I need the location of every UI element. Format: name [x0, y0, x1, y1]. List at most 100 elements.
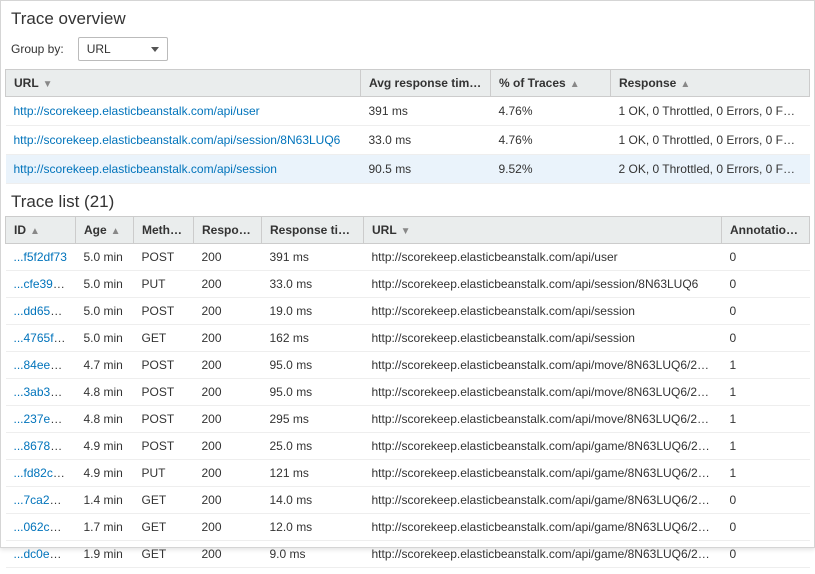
trace-id-link[interactable]: ...cfe39980	[14, 277, 73, 291]
table-row[interactable]: http://scorekeep.elasticbeanstalk.com/ap…	[6, 126, 810, 155]
table-row[interactable]: ...dd653e4c5.0 minPOST20019.0 mshttp://s…	[6, 298, 810, 325]
overview-avg: 33.0 ms	[361, 126, 491, 155]
groupby-select[interactable]: URL	[78, 37, 168, 61]
trace-annotations: 1	[722, 379, 810, 406]
trace-method: POST	[134, 298, 194, 325]
trace-method: PUT	[134, 271, 194, 298]
trace-method: POST	[134, 352, 194, 379]
trace-response: 200	[194, 460, 262, 487]
col-response-time[interactable]: Response time▲	[262, 217, 364, 244]
col-method[interactable]: Method▲	[134, 217, 194, 244]
trace-method: POST	[134, 433, 194, 460]
trace-annotations: 1	[722, 352, 810, 379]
overview-url-link[interactable]: http://scorekeep.elasticbeanstalk.com/ap…	[14, 104, 260, 118]
trace-age: 4.9 min	[76, 433, 134, 460]
trace-response: 200	[194, 406, 262, 433]
col-response[interactable]: Response▲	[194, 217, 262, 244]
trace-id-link[interactable]: ...dd653e4c	[14, 304, 76, 318]
trace-url: http://scorekeep.elasticbeanstalk.com/ap…	[364, 298, 722, 325]
col-resp[interactable]: Response▲	[611, 70, 810, 97]
sort-icon: ▼	[43, 79, 53, 90]
trace-response: 200	[194, 271, 262, 298]
trace-id-link[interactable]: ...84eeef29	[14, 358, 74, 372]
table-row[interactable]: ...062ccac51.7 minGET20012.0 mshttp://sc…	[6, 514, 810, 541]
table-row[interactable]: ...524637dc4.9 minPUT20069.0 mshttp://sc…	[6, 568, 810, 574]
trace-time: 95.0 ms	[262, 352, 364, 379]
table-row[interactable]: ...fd82cc324.9 minPUT200121 mshttp://sco…	[6, 460, 810, 487]
table-row[interactable]: ...4765fec85.0 minGET200162 mshttp://sco…	[6, 325, 810, 352]
trace-list-scroll[interactable]: ID▲ Age▲ Method▲ Response▲ Response time…	[1, 216, 814, 574]
trace-time: 12.0 ms	[262, 514, 364, 541]
sort-icon: ▲	[680, 79, 690, 90]
table-row[interactable]: ...7ca2e05f1.4 minGET20014.0 mshttp://sc…	[6, 487, 810, 514]
trace-id-link[interactable]: ...fd82cc32	[14, 466, 73, 480]
overview-url-link[interactable]: http://scorekeep.elasticbeanstalk.com/ap…	[14, 162, 277, 176]
table-row[interactable]: ...84eeef294.7 minPOST20095.0 mshttp://s…	[6, 352, 810, 379]
trace-id-link[interactable]: ...7ca2e05f	[14, 493, 73, 507]
trace-response: 200	[194, 487, 262, 514]
trace-method: GET	[134, 514, 194, 541]
groupby-value: URL	[87, 42, 111, 56]
trace-time: 25.0 ms	[262, 433, 364, 460]
trace-response: 200	[194, 352, 262, 379]
overview-avg: 90.5 ms	[361, 155, 491, 184]
table-row[interactable]: ...3ab33fdb4.8 minPOST20095.0 mshttp://s…	[6, 379, 810, 406]
col-avg[interactable]: Avg response time▲	[361, 70, 491, 97]
overview-pct: 9.52%	[491, 155, 611, 184]
trace-response: 200	[194, 568, 262, 574]
table-row[interactable]: ...237e07054.8 minPOST200295 mshttp://sc…	[6, 406, 810, 433]
trace-url: http://scorekeep.elasticbeanstalk.com/ap…	[364, 433, 722, 460]
overview-avg: 391 ms	[361, 97, 491, 126]
trace-id-link[interactable]: ...dc0ebe3c	[14, 547, 76, 561]
trace-id-link[interactable]: ...86782227	[14, 439, 76, 453]
trace-age: 1.4 min	[76, 487, 134, 514]
trace-age: 4.8 min	[76, 406, 134, 433]
trace-id-link[interactable]: ...237e0705	[14, 412, 76, 426]
trace-id-link[interactable]: ...062ccac5	[14, 520, 75, 534]
sort-icon: ▼	[401, 226, 411, 237]
trace-time: 162 ms	[262, 325, 364, 352]
trace-annotations: 0	[722, 541, 810, 568]
trace-response: 200	[194, 541, 262, 568]
trace-time: 391 ms	[262, 244, 364, 271]
table-row[interactable]: http://scorekeep.elasticbeanstalk.com/ap…	[6, 97, 810, 126]
overview-pct: 4.76%	[491, 126, 611, 155]
table-row[interactable]: ...cfe399805.0 minPUT20033.0 mshttp://sc…	[6, 271, 810, 298]
trace-annotations: 0	[722, 244, 810, 271]
trace-id-link[interactable]: ...f5f2df73	[14, 250, 67, 264]
trace-annotations: 1	[722, 406, 810, 433]
overview-resp: 1 OK, 0 Throttled, 0 Errors, 0 Faults	[611, 126, 810, 155]
col-id[interactable]: ID▲	[6, 217, 76, 244]
trace-method: PUT	[134, 568, 194, 574]
trace-id-link[interactable]: ...4765fec8	[14, 331, 73, 345]
table-row[interactable]: ...dc0ebe3c1.9 minGET2009.0 mshttp://sco…	[6, 541, 810, 568]
trace-url: http://scorekeep.elasticbeanstalk.com/ap…	[364, 379, 722, 406]
trace-time: 295 ms	[262, 406, 364, 433]
table-row[interactable]: ...f5f2df735.0 minPOST200391 mshttp://sc…	[6, 244, 810, 271]
col-url[interactable]: URL▼	[6, 70, 361, 97]
trace-method: POST	[134, 406, 194, 433]
trace-age: 5.0 min	[76, 298, 134, 325]
trace-method: PUT	[134, 460, 194, 487]
col-annotations[interactable]: Annotations▲	[722, 217, 810, 244]
table-row[interactable]: ...867822274.9 minPOST20025.0 mshttp://s…	[6, 433, 810, 460]
trace-url: http://scorekeep.elasticbeanstalk.com/ap…	[364, 514, 722, 541]
trace-age: 1.7 min	[76, 514, 134, 541]
trace-list-title: Trace list (21)	[1, 184, 814, 216]
trace-age: 4.9 min	[76, 460, 134, 487]
col-url[interactable]: URL▼	[364, 217, 722, 244]
trace-response: 200	[194, 325, 262, 352]
trace-id-link[interactable]: ...3ab33fdb	[14, 385, 74, 399]
overview-resp: 1 OK, 0 Throttled, 0 Errors, 0 Faults	[611, 97, 810, 126]
trace-url: http://scorekeep.elasticbeanstalk.com/ap…	[364, 352, 722, 379]
col-age[interactable]: Age▲	[76, 217, 134, 244]
trace-annotations: 0	[722, 271, 810, 298]
overview-url-link[interactable]: http://scorekeep.elasticbeanstalk.com/ap…	[14, 133, 341, 147]
trace-url: http://scorekeep.elasticbeanstalk.com/ap…	[364, 406, 722, 433]
trace-url: http://scorekeep.elasticbeanstalk.com/ap…	[364, 460, 722, 487]
table-row[interactable]: http://scorekeep.elasticbeanstalk.com/ap…	[6, 155, 810, 184]
chevron-down-icon	[151, 47, 159, 52]
trace-method: GET	[134, 487, 194, 514]
col-pct[interactable]: % of Traces▲	[491, 70, 611, 97]
trace-overview-title: Trace overview	[1, 1, 814, 33]
